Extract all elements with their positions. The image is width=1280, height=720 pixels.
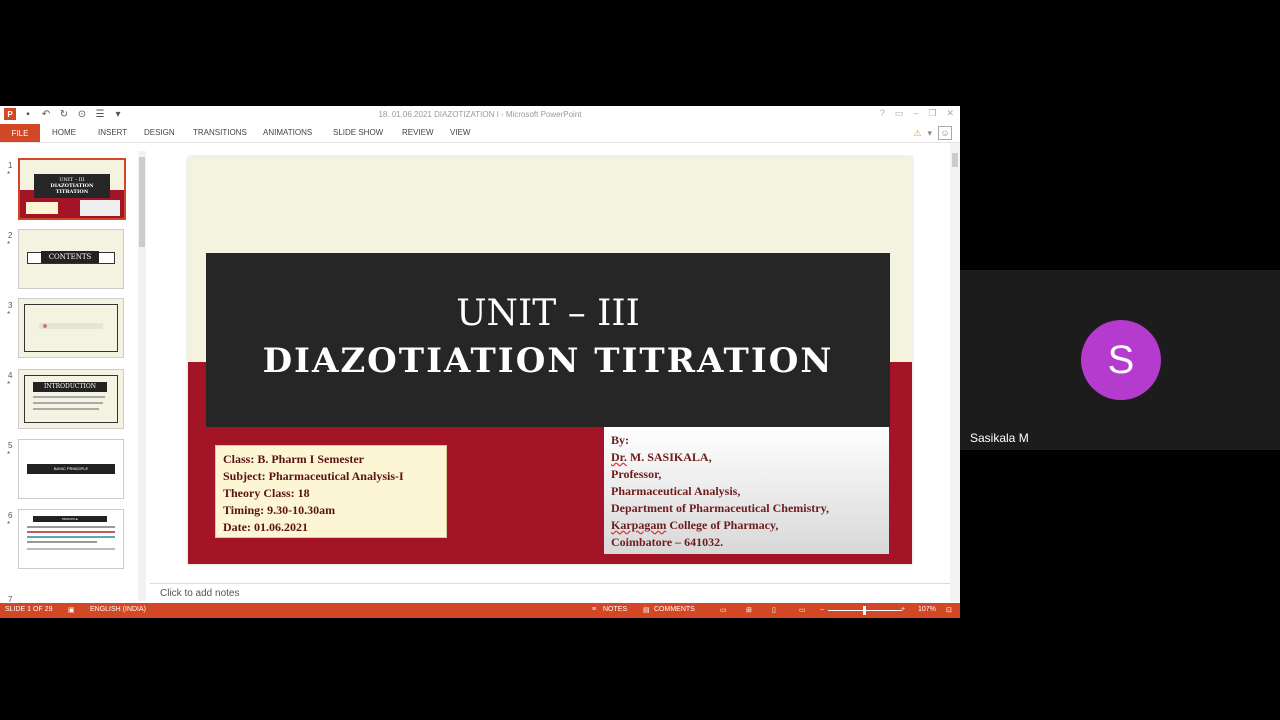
- animation-star-icon: *: [7, 450, 11, 459]
- comments-icon[interactable]: ▤: [643, 606, 650, 614]
- author-role-line: Professor,: [611, 467, 662, 481]
- author-name-line: Dr. M. SASIKALA,: [611, 450, 712, 464]
- tab-slide-show[interactable]: SLIDE SHOW: [333, 128, 383, 137]
- notes-placeholder[interactable]: Click to add notes: [160, 588, 240, 599]
- slide-unit-text[interactable]: UNIT – III: [206, 293, 890, 334]
- close-icon[interactable]: ✕: [946, 108, 954, 119]
- tab-file[interactable]: FILE: [0, 124, 40, 142]
- zoom-level[interactable]: 107%: [918, 606, 936, 613]
- slide-thumbnail-1[interactable]: UNIT – III DIAZOTIATION TITRATION: [18, 158, 126, 220]
- thumb-number: 4: [8, 371, 13, 380]
- date-line: Date: 01.06.2021: [223, 520, 308, 534]
- restore-icon[interactable]: ❐: [928, 108, 936, 119]
- animation-star-icon: *: [7, 380, 11, 389]
- avatar: S: [1081, 320, 1161, 400]
- class-info-box[interactable]: Class: B. Pharm I Semester Subject: Phar…: [215, 445, 447, 538]
- reading-view-icon[interactable]: ▯: [772, 606, 776, 614]
- thumb-number: 5: [8, 441, 13, 450]
- thumb-introduction-text: INTRODUCTION: [33, 382, 107, 392]
- tab-design[interactable]: DESIGN: [144, 128, 175, 137]
- thumb-number: 7: [8, 595, 13, 602]
- document-title: 18. 01.06.2021 DIAZOTIZATION I - Microso…: [378, 110, 582, 119]
- by-line: By:: [611, 433, 629, 447]
- author-info-box[interactable]: By: Dr. M. SASIKALA, Professor, Pharmace…: [604, 427, 889, 554]
- slide-edit-area: UNIT – III DIAZOTIATION TITRATION Class:…: [150, 143, 950, 583]
- thumb-contents-text: CONTENTS: [41, 251, 99, 263]
- author-dept-line-2: Department of Pharmaceutical Chemistry,: [611, 501, 829, 515]
- slide-canvas[interactable]: UNIT – III DIAZOTIATION TITRATION Class:…: [188, 157, 912, 564]
- participant-name: Sasikala M: [970, 431, 1029, 445]
- fit-slide-icon[interactable]: ⊡: [946, 606, 952, 614]
- warning-icon[interactable]: ⚠: [913, 128, 921, 139]
- window-controls: ? ▭ – ❐ ✕: [880, 108, 954, 119]
- college-line: Karpagam College of Pharmacy,: [611, 518, 779, 532]
- thumbnail-scrollbar[interactable]: [138, 151, 146, 601]
- tab-review[interactable]: REVIEW: [402, 128, 434, 137]
- zoom-out-icon[interactable]: –: [820, 606, 824, 613]
- slide-thumbnail-2[interactable]: CONTENTS: [18, 229, 124, 289]
- tab-home[interactable]: HOME: [52, 128, 76, 137]
- animation-star-icon: *: [7, 240, 11, 249]
- comments-button[interactable]: COMMENTS: [654, 606, 695, 613]
- minimize-icon[interactable]: –: [913, 108, 918, 119]
- slide-sorter-icon[interactable]: ⊞: [746, 606, 752, 614]
- participant-tile: S Sasikala M: [960, 270, 1280, 450]
- timing-line: Timing: 9.30-10.30am: [223, 503, 336, 517]
- thumb-number: 2: [8, 231, 13, 240]
- dropdown-icon[interactable]: ▾: [927, 128, 932, 139]
- powerpoint-window: P ▪ ↶ ↻ ⊙ ☰ ▾ 18. 01.06.2021 DIAZOTIZATI…: [0, 106, 960, 618]
- user-account-icon[interactable]: ☺: [938, 126, 952, 140]
- subject-line: Subject: Pharmaceutical Analysis-I: [223, 469, 404, 483]
- tab-animations[interactable]: ANIMATIONS: [263, 128, 312, 137]
- slide-thumbnail-4[interactable]: INTRODUCTION: [18, 369, 124, 429]
- theory-class-line: Theory Class: 18: [223, 486, 310, 500]
- slide-thumbnail-5[interactable]: BASIC PRINCIPLE: [18, 439, 124, 499]
- class-line: Class: B. Pharm I Semester: [223, 452, 364, 466]
- tab-transitions[interactable]: TRANSITIONS: [193, 128, 247, 137]
- slide-thumbnail-pane: 1 * UNIT – III DIAZOTIATION TITRATION 2 …: [0, 143, 150, 602]
- title-bar: P ▪ ↶ ↻ ⊙ ☰ ▾ 18. 01.06.2021 DIAZOTIZATI…: [0, 106, 960, 124]
- thumb-basic-principle-text: BASIC PRINCIPLE: [27, 464, 115, 474]
- status-bar: SLIDE 1 OF 29 ▣ ENGLISH (INDIA) ≡ NOTES …: [0, 603, 960, 618]
- notes-pane[interactable]: Click to add notes: [150, 583, 950, 603]
- ribbon-display-icon[interactable]: ▭: [895, 108, 904, 119]
- thumb-number: 1: [8, 161, 13, 170]
- slide-thumbnail-6[interactable]: PRINCIPLE: [18, 509, 124, 569]
- tab-insert[interactable]: INSERT: [98, 128, 127, 137]
- thumb-number: 3: [8, 301, 13, 310]
- language-indicator[interactable]: ENGLISH (INDIA): [90, 606, 146, 613]
- author-dept-line-1: Pharmaceutical Analysis,: [611, 484, 741, 498]
- slide-title-text[interactable]: DIAZOTIATION TITRATION: [206, 341, 890, 381]
- slide-counter: SLIDE 1 OF 29: [5, 606, 53, 613]
- zoom-slider-handle[interactable]: [863, 606, 866, 615]
- city-line: Coimbatore – 641032.: [611, 535, 724, 549]
- slide-scrollbar[interactable]: [950, 143, 960, 602]
- notes-icon[interactable]: ≡: [592, 606, 596, 613]
- normal-view-icon[interactable]: ▭: [720, 606, 727, 614]
- slide-thumbnail-3[interactable]: [18, 298, 124, 358]
- animation-star-icon: *: [7, 520, 11, 529]
- animation-star-icon: *: [7, 310, 11, 319]
- slide-title-block: [206, 253, 890, 427]
- notes-button[interactable]: NOTES: [603, 606, 627, 613]
- zoom-in-icon[interactable]: +: [901, 606, 905, 613]
- tab-view[interactable]: VIEW: [450, 128, 470, 137]
- spellcheck-icon[interactable]: ▣: [68, 606, 75, 614]
- ribbon-right-area: ⚠ ▾ ☺: [913, 126, 952, 140]
- ribbon-tabs: FILE HOME INSERT DESIGN TRANSITIONS ANIM…: [0, 124, 960, 143]
- animation-star-icon: *: [7, 170, 11, 179]
- slide-show-icon[interactable]: ▭: [799, 606, 806, 614]
- thumb-title-text: DIAZOTIATION TITRATION: [50, 183, 94, 195]
- thumb-principle-text: PRINCIPLE: [33, 516, 107, 522]
- thumb-number: 6: [8, 511, 13, 520]
- help-icon[interactable]: ?: [880, 108, 885, 119]
